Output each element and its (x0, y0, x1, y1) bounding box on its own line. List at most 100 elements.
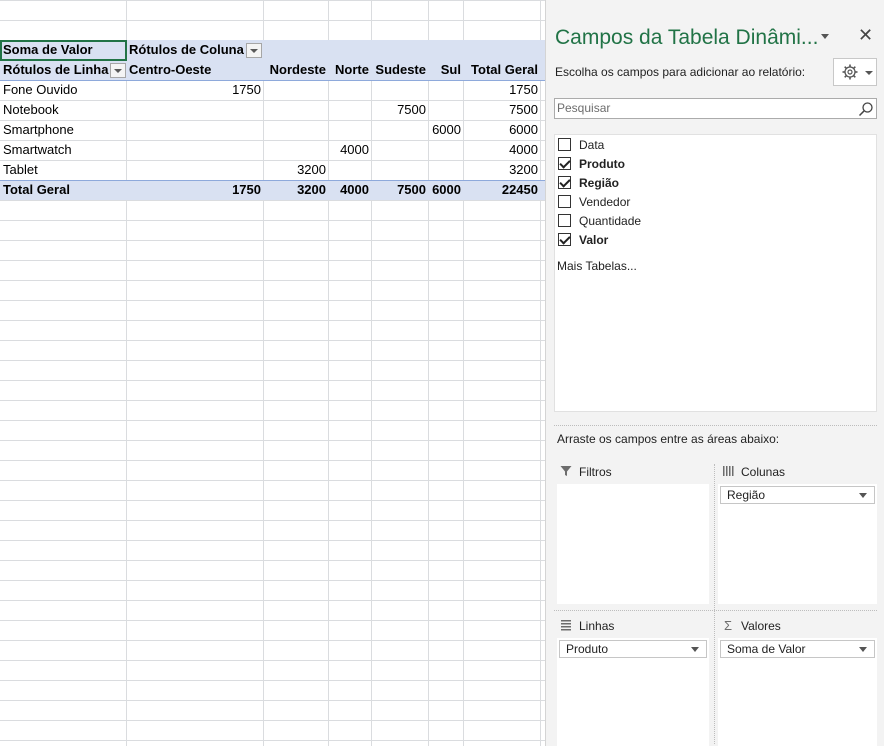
pivot-total-cell[interactable]: 6000 (428, 180, 463, 200)
field-label: Vendedor (579, 194, 631, 209)
field-checkbox[interactable] (558, 195, 571, 208)
values-area-title: Valores (741, 619, 781, 633)
pivot-value-cell[interactable]: 6000 (463, 120, 540, 140)
pivot-value-cell[interactable] (328, 100, 371, 120)
field-checkbox[interactable] (558, 233, 571, 246)
field-checkbox[interactable] (558, 157, 571, 170)
gridline-horizontal (0, 540, 545, 541)
search-input[interactable]: Pesquisar (554, 98, 877, 119)
pivot-value-cell[interactable] (328, 80, 371, 100)
rows-field-pill[interactable]: Produto (559, 640, 707, 658)
gridline-horizontal (0, 660, 545, 661)
pivot-value-cell[interactable] (126, 100, 263, 120)
tools-button[interactable] (833, 58, 877, 86)
choose-fields-label: Escolha os campos para adicionar ao rela… (555, 65, 806, 79)
gridline-horizontal (0, 520, 545, 521)
field-item[interactable]: Vendedor (558, 193, 630, 210)
pane-options-chevron-icon[interactable] (821, 34, 829, 39)
pivot-column-header[interactable]: Centro-Oeste (126, 60, 263, 80)
field-item[interactable]: Região (558, 174, 619, 191)
pivot-row-labels-header[interactable]: Rótulos de Linha (0, 60, 110, 80)
pivot-fields-pane: Campos da Tabela Dinâmi... ✕ Escolha os … (545, 0, 884, 746)
pivot-value-cell[interactable] (263, 120, 328, 140)
pivot-row-label[interactable]: Smartphone (0, 120, 126, 140)
pivot-value-cell[interactable]: 4000 (463, 140, 540, 160)
field-item[interactable]: Valor (558, 231, 608, 248)
column-labels-filter-button[interactable] (246, 43, 262, 58)
pivot-row-label[interactable]: Notebook (0, 100, 126, 120)
close-icon[interactable]: ✕ (858, 26, 873, 44)
pivot-value-cell[interactable] (371, 160, 428, 180)
field-item[interactable]: Produto (558, 155, 625, 172)
field-label: Produto (579, 156, 625, 171)
field-checkbox[interactable] (558, 138, 571, 151)
pivot-value-cell[interactable] (263, 140, 328, 160)
pivot-column-header[interactable]: Sudeste (371, 60, 428, 80)
pivot-column-header[interactable]: Total Geral (463, 60, 540, 80)
pivot-value-cell[interactable] (263, 80, 328, 100)
pivot-value-cell[interactable]: 1750 (126, 80, 263, 100)
pivot-total-cell[interactable]: 3200 (263, 180, 328, 200)
pivot-value-cell[interactable] (126, 120, 263, 140)
gridline-horizontal (0, 200, 545, 201)
field-label: Quantidade (579, 213, 642, 228)
pivot-column-labels-header[interactable]: Rótulos de Coluna (126, 40, 246, 60)
pivot-value-cell[interactable] (428, 100, 463, 120)
pivot-value-cell[interactable] (371, 80, 428, 100)
search-icon[interactable] (858, 101, 874, 117)
values-drop-area[interactable]: Soma de Valor (718, 638, 877, 746)
rows-area-title: Linhas (579, 619, 615, 633)
selected-cell-outline (0, 40, 127, 61)
field-item[interactable]: Data (558, 136, 604, 153)
columns-field-pill[interactable]: Região (720, 486, 875, 504)
pivot-value-cell[interactable] (371, 140, 428, 160)
values-field-pill[interactable]: Soma de Valor (720, 640, 875, 658)
row-labels-filter-button[interactable] (110, 63, 126, 78)
pivot-column-header[interactable]: Nordeste (263, 60, 328, 80)
gridline-horizontal (0, 260, 545, 261)
pivot-value-cell[interactable]: 1750 (463, 80, 540, 100)
field-label: Data (579, 137, 605, 152)
field-checkbox[interactable] (558, 176, 571, 189)
filter-icon (559, 465, 573, 479)
columns-field-label: Região (727, 488, 766, 502)
pivot-value-cell[interactable]: 3200 (463, 160, 540, 180)
pivot-total-cell[interactable]: 22450 (463, 180, 540, 200)
pivot-value-cell[interactable] (126, 160, 263, 180)
gridline-horizontal (0, 680, 545, 681)
pivot-total-label[interactable]: Total Geral (0, 180, 126, 200)
pivot-column-header[interactable]: Sul (428, 60, 463, 80)
pivot-row-label[interactable]: Smartwatch (0, 140, 126, 160)
rows-drop-area[interactable]: Produto (557, 638, 709, 746)
field-checkbox[interactable] (558, 214, 571, 227)
pivot-value-cell[interactable] (328, 160, 371, 180)
pivot-value-cell[interactable]: 7500 (463, 100, 540, 120)
pivot-column-header[interactable]: Norte (328, 60, 371, 80)
pivot-total-cell[interactable]: 4000 (328, 180, 371, 200)
gridline-horizontal (0, 700, 545, 701)
columns-drop-area[interactable]: Região (718, 484, 877, 604)
filters-drop-area[interactable] (557, 484, 709, 604)
pivot-value-cell[interactable] (428, 160, 463, 180)
pivot-value-cell[interactable]: 7500 (371, 100, 428, 120)
more-tables-link[interactable]: Mais Tabelas... (557, 259, 637, 273)
pivot-value-cell[interactable]: 4000 (328, 140, 371, 160)
pivot-value-cell[interactable] (428, 80, 463, 100)
gridline-horizontal (0, 300, 545, 301)
pivot-value-cell[interactable] (371, 120, 428, 140)
pivot-value-cell[interactable] (328, 120, 371, 140)
pivot-total-cell[interactable]: 1750 (126, 180, 263, 200)
rows-field-label: Produto (566, 642, 609, 656)
drag-fields-label: Arraste os campos entre as áreas abaixo: (557, 432, 780, 446)
pivot-value-cell[interactable]: 6000 (428, 120, 463, 140)
gridline-horizontal (0, 400, 545, 401)
spreadsheet-grid[interactable]: Soma de Valor Rótulos de Coluna Rótulos … (0, 0, 545, 746)
pivot-value-cell[interactable] (126, 140, 263, 160)
pivot-total-cell[interactable]: 7500 (371, 180, 428, 200)
pivot-row-label[interactable]: Tablet (0, 160, 126, 180)
pivot-value-cell[interactable] (428, 140, 463, 160)
pivot-value-cell[interactable] (263, 100, 328, 120)
pivot-value-cell[interactable]: 3200 (263, 160, 328, 180)
field-item[interactable]: Quantidade (558, 212, 641, 229)
pivot-row-label[interactable]: Fone Ouvido (0, 80, 126, 100)
